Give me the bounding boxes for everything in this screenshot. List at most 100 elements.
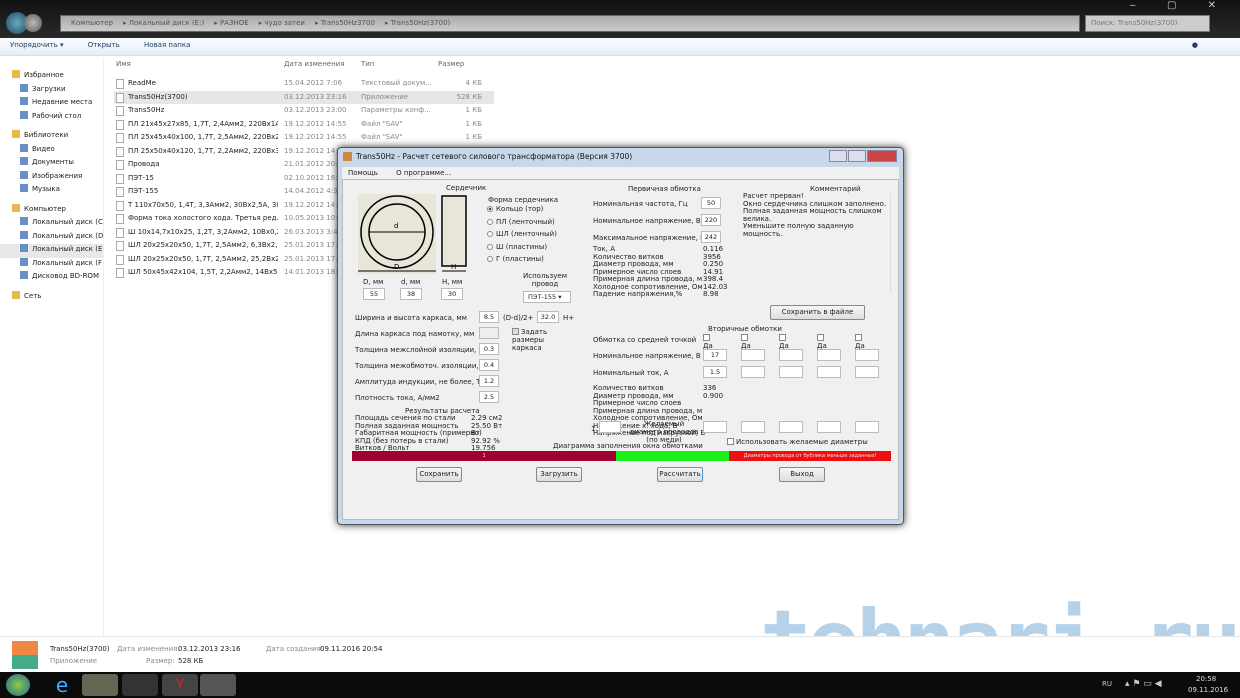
sidebar-item[interactable]: Локальный диск (E	[0, 244, 103, 258]
window-controls[interactable]: ‒ ▢ ✕	[1129, 0, 1230, 11]
core-shape-radio[interactable]: Ш (пластины)	[487, 243, 557, 256]
param-input[interactable]	[479, 327, 499, 339]
sidebar-item[interactable]: Сеть	[0, 290, 103, 305]
explorer-taskbar-button[interactable]	[82, 674, 118, 696]
desired-diameter-input[interactable]	[779, 421, 803, 433]
sidebar-item[interactable]: Рабочий стол	[0, 110, 103, 125]
sec-current-input[interactable]: 1.5	[703, 366, 727, 378]
param-input-2[interactable]: 32.0	[537, 311, 559, 323]
sidebar-item[interactable]: Дисковод BD-ROM	[0, 271, 103, 285]
minimize-button[interactable]	[829, 150, 847, 162]
clock-time[interactable]: 20:58	[1196, 675, 1216, 683]
start-button[interactable]	[6, 674, 30, 696]
sidebar-item[interactable]: Музыка	[0, 184, 103, 198]
sec-current-input[interactable]	[855, 366, 879, 378]
sec-voltage-input[interactable]	[779, 349, 803, 361]
col-size[interactable]: Размер	[438, 60, 464, 68]
core-shape-radio[interactable]: Г (пластины)	[487, 255, 557, 268]
sidebar-item[interactable]: Изображения	[0, 170, 103, 185]
sidebar-item[interactable]: Видео	[0, 143, 103, 158]
exit-button[interactable]: Выход	[779, 467, 825, 482]
menu-help[interactable]: Помощь	[348, 169, 378, 177]
file-row[interactable]: ПЛ 25x45x40x100, 1,7T, 2,5Амм2, 220Вх2,.…	[114, 131, 494, 145]
core-shape-radio[interactable]: ПЛ (ленточный)	[487, 218, 557, 231]
sec-current-input[interactable]	[741, 366, 765, 378]
desired-diameter-1[interactable]	[599, 421, 621, 433]
wire-select[interactable]: ПЭТ-155 ▾	[523, 291, 571, 303]
breadcrumb-5[interactable]: Trans50Hz(3700)	[391, 19, 451, 27]
desired-diameter-input[interactable]	[817, 421, 841, 433]
primary-input[interactable]: 50	[701, 197, 721, 209]
desired-diameter-input[interactable]	[703, 421, 727, 433]
center-tap-checkbox[interactable]: Да	[817, 334, 827, 350]
D-input[interactable]: 55	[363, 288, 385, 300]
col-type[interactable]: Тип	[361, 60, 374, 68]
center-tap-checkbox[interactable]: Да	[779, 334, 789, 350]
set-frame-checkbox[interactable]: Задать размеры каркаса	[512, 328, 572, 352]
yandex-browser-button[interactable]: Y	[162, 674, 198, 696]
trans50hz-taskbar-button[interactable]	[200, 674, 236, 696]
sidebar-item[interactable]: Компьютер	[0, 203, 103, 218]
desired-diameter-input[interactable]	[855, 421, 879, 433]
col-name[interactable]: Имя	[116, 60, 131, 68]
breadcrumb-3[interactable]: чудо затеи	[264, 19, 305, 27]
dialog-window-controls[interactable]	[828, 150, 897, 163]
sidebar-item[interactable]: Локальный диск (D	[0, 230, 103, 245]
breadcrumb-0[interactable]: Компьютер	[71, 19, 113, 27]
sec-current-input[interactable]	[817, 366, 841, 378]
sec-voltage-input[interactable]	[741, 349, 765, 361]
file-row[interactable]: ПЛ 21x45x27x85, 1,7T, 2,4Амм2, 220Вх1А..…	[114, 118, 494, 132]
param-input[interactable]: 0.3	[479, 343, 499, 355]
language-indicator[interactable]: RU	[1102, 680, 1112, 688]
maximize-button[interactable]	[848, 150, 866, 162]
menu-about[interactable]: О программе...	[396, 169, 451, 177]
clock-date[interactable]: 09.11.2016	[1188, 686, 1228, 694]
help-icon[interactable]: ●	[1192, 41, 1198, 49]
sidebar-item[interactable]: Недавние места	[0, 97, 103, 111]
new-folder-button[interactable]: Новая папка	[144, 41, 190, 49]
H-input[interactable]: 30	[441, 288, 463, 300]
core-shape-radio[interactable]: Кольцо (тор)	[487, 205, 557, 218]
breadcrumb-4[interactable]: Trans50Hz3700	[321, 19, 375, 27]
desired-diameter-input[interactable]	[741, 421, 765, 433]
sidebar-item[interactable]: Загрузки	[0, 83, 103, 98]
primary-input[interactable]: 242	[701, 231, 721, 243]
sidebar-item[interactable]: Библиотеки	[0, 130, 103, 144]
close-button[interactable]	[867, 150, 897, 162]
param-input[interactable]: 1.2	[479, 375, 499, 387]
load-button[interactable]: Загрузить	[536, 467, 582, 482]
d-input[interactable]: 38	[400, 288, 422, 300]
use-desired-checkbox[interactable]: Использовать желаемые диаметры	[727, 438, 868, 446]
core-shape-radio[interactable]: ШЛ (ленточный)	[487, 230, 557, 243]
center-tap-checkbox[interactable]: Да	[703, 334, 713, 350]
forward-button[interactable]	[24, 14, 42, 32]
primary-input[interactable]: 220	[701, 214, 721, 226]
file-row[interactable]: Trans50Hz(3700) 03.12.2013 23:16 Приложени…	[114, 90, 494, 104]
tray-icons[interactable]: ▴ ⚑ ▭ ◀	[1125, 679, 1162, 689]
breadcrumb-2[interactable]: РАЗНОЕ	[220, 19, 249, 27]
breadcrumb-1[interactable]: Локальный диск (E:)	[129, 19, 204, 27]
param-input[interactable]: 8.5	[479, 311, 499, 323]
comment-box[interactable]: Расчет прерван! Окно сердечника слишком з…	[743, 192, 891, 293]
calculate-button[interactable]: Рассчитать	[657, 467, 703, 482]
file-row[interactable]: ReadMe 15.04.2012 7:06 Текстовый докум... 4…	[114, 77, 494, 91]
param-input[interactable]: 2.5	[479, 391, 499, 403]
sidebar-item[interactable]: Локальный диск (F	[0, 257, 103, 272]
sec-current-input[interactable]	[779, 366, 803, 378]
sidebar-item[interactable]: Избранное	[0, 70, 103, 84]
sidebar-item[interactable]: Документы	[0, 157, 103, 171]
address-bar[interactable]: Компьютер ▸ Локальный диск (E:) ▸ РАЗНОЕ ▸ …	[60, 15, 1080, 32]
organize-button[interactable]: Упорядочить ▾	[10, 41, 64, 49]
search-input[interactable]: Поиск: Trans50Hz(3700)	[1085, 15, 1210, 32]
center-tap-checkbox[interactable]: Да	[855, 334, 865, 350]
file-row[interactable]: Trans50Hz 03.12.2013 23:00 Параметры конф.…	[114, 104, 494, 118]
sec-voltage-input[interactable]: 17	[703, 349, 727, 361]
save-to-file-button[interactable]: Сохранить в файле	[770, 305, 865, 320]
sec-voltage-input[interactable]	[817, 349, 841, 361]
param-input[interactable]: 0.4	[479, 359, 499, 371]
open-button[interactable]: Открыть	[88, 41, 120, 49]
center-tap-checkbox[interactable]: Да	[741, 334, 751, 350]
sec-voltage-input[interactable]	[855, 349, 879, 361]
save-button[interactable]: Сохранить	[416, 467, 462, 482]
col-date[interactable]: Дата изменения	[284, 60, 344, 68]
